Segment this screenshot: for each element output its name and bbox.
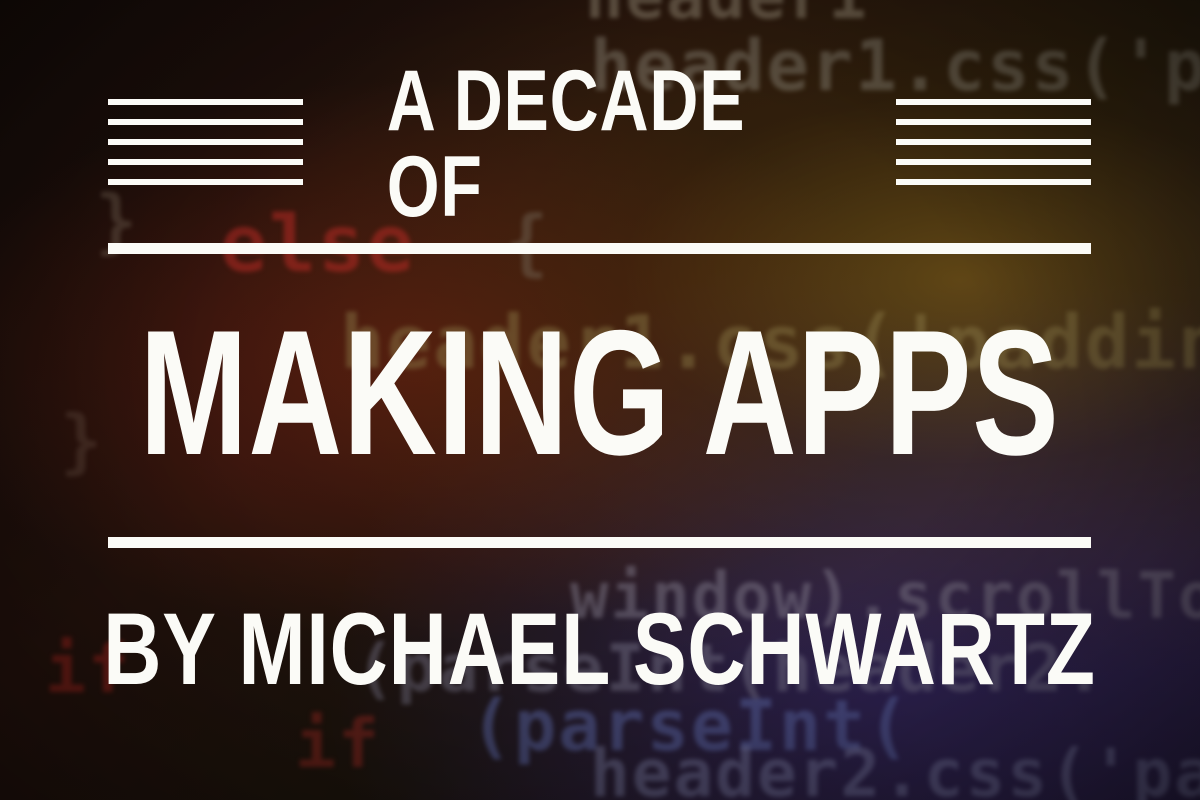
title-line-a-decade-of: A DECADE OF: [386, 53, 746, 235]
top-divider-rule: [108, 243, 1091, 254]
main-title-making-apps: MAKING APPS: [139, 292, 1060, 492]
stripe-line: [108, 139, 303, 145]
author-byline: BY MICHAEL SCHWARTZ: [103, 592, 1096, 706]
stripe-line: [896, 119, 1091, 125]
bottom-divider-rule: [108, 537, 1091, 548]
stripe-line: [108, 179, 303, 185]
stripe-line: [108, 119, 303, 125]
cover-title-block: A DECADE OF MAKING APPS BY MICHAEL SCHWA…: [0, 0, 1200, 800]
stripe-line: [896, 159, 1091, 165]
stripe-line: [108, 159, 303, 165]
left-stripe-decoration: [108, 99, 303, 185]
right-stripe-decoration: [896, 99, 1091, 185]
stripe-line: [108, 99, 303, 105]
stripe-line: [896, 179, 1091, 185]
stripe-line: [896, 139, 1091, 145]
stripe-line: [896, 99, 1091, 105]
book-cover: header1 header1.css('p } else { header1.…: [0, 0, 1200, 800]
